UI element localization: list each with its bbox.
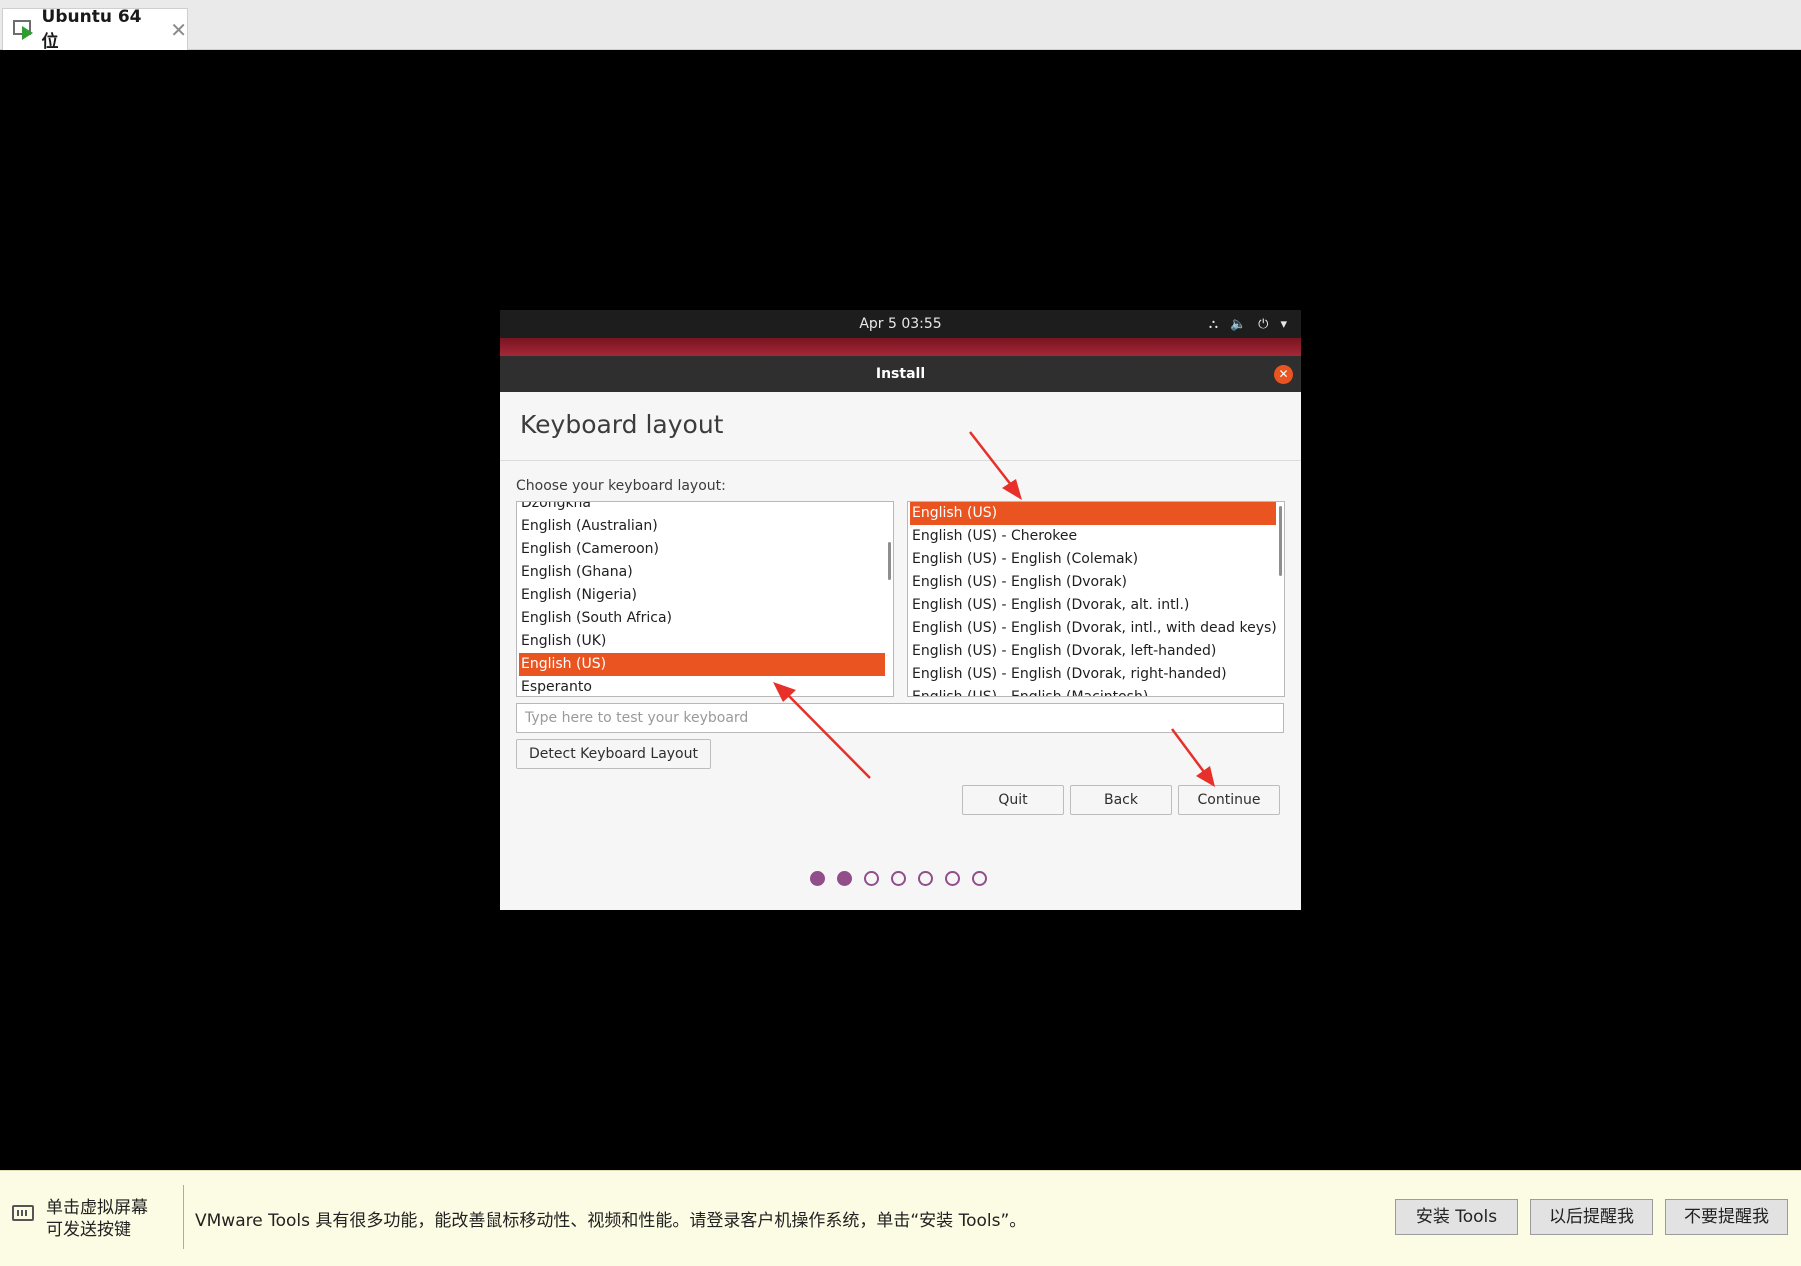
detect-keyboard-layout-button[interactable]: Detect Keyboard Layout [516,739,711,769]
list-item[interactable]: English (Ghana) [519,561,885,584]
vm-tab-ubuntu[interactable]: Ubuntu 64 位 ✕ [2,7,188,52]
progress-step-dot [810,871,825,886]
remind-later-button[interactable]: 以后提醒我 [1530,1199,1653,1235]
window-title: Install [875,366,926,382]
list-item[interactable]: English (US) - Cherokee [910,525,1276,548]
continue-button[interactable]: Continue [1178,785,1280,815]
chevron-down-icon[interactable]: ▾ [1280,317,1287,332]
vm-tab-bar: Ubuntu 64 位 ✕ [0,0,1801,52]
list-item[interactable]: English (US) - English (Dvorak, left-han… [910,640,1276,663]
vmware-tools-message: VMware Tools 具有很多功能，能改善鼠标移动性、视频和性能。请登录客户… [195,1211,1027,1231]
desktop-wallpaper [500,338,1301,356]
list-item[interactable]: Esperanto [519,676,885,696]
divider [500,460,1301,461]
never-remind-button[interactable]: 不要提醒我 [1665,1199,1788,1235]
clock[interactable]: Apr 5 03:55 [500,310,1301,338]
install-progress-dots [810,871,990,887]
list-item[interactable]: English (US) - English (Dvorak, intl., w… [910,617,1277,640]
ubuntu-installer-window: Apr 5 03:55 ⛬ 🔈 ⏻ ▾ Install ✕ Keyboard l… [500,310,1301,910]
window-titlebar: Install ✕ [500,356,1301,392]
progress-step-dot [837,871,852,886]
list-item[interactable]: English (US) - English (Colemak) [910,548,1276,571]
scrollbar[interactable] [888,542,891,580]
progress-step-dot [972,871,987,886]
list-item[interactable]: English (South Africa) [519,607,885,630]
keyboard-layout-list[interactable]: Dzongkha English (Australian) English (Cam… [516,501,894,697]
quit-button[interactable]: Quit [962,785,1064,815]
progress-step-dot [864,871,879,886]
list-item[interactable]: Dzongkha [519,502,885,515]
divider [183,1185,184,1249]
vm-running-icon [13,19,34,40]
list-item[interactable]: English (US) - English (Dvorak) [910,571,1276,594]
keyboard-icon [12,1205,34,1221]
send-keys-hint-text: 单击虚拟屏幕 可发送按键 [46,1198,148,1240]
network-icon[interactable]: ⛬ [1209,317,1218,332]
list-item[interactable]: English (US) - English (Macintosh) [910,686,1276,696]
keyboard-variant-list[interactable]: English (US) English (US) - Cherokee Engli… [907,501,1285,697]
send-keys-hint: 单击虚拟屏幕 可发送按键 [12,1197,148,1241]
progress-step-dot [945,871,960,886]
list-item[interactable]: English (Nigeria) [519,584,885,607]
list-item[interactable]: English (US) - English (Dvorak, right-ha… [910,663,1276,686]
scrollbar[interactable] [1279,506,1282,576]
vmware-tools-notification-bar: 单击虚拟屏幕 可发送按键 VMware Tools 具有很多功能，能改善鼠标移动… [0,1170,1801,1266]
ubuntu-top-bar: Apr 5 03:55 ⛬ 🔈 ⏻ ▾ [500,310,1301,338]
vm-tab-title: Ubuntu 64 位 [41,7,142,52]
volume-icon[interactable]: 🔈 [1230,317,1246,332]
list-item[interactable]: English (US) - English (Dvorak, alt. int… [910,594,1276,617]
power-icon[interactable]: ⏻ [1258,317,1268,332]
list-item[interactable]: English (Cameroon) [519,538,885,561]
progress-step-dot [918,871,933,886]
list-item[interactable]: English (US) [910,502,1276,525]
list-item[interactable]: English (Australian) [519,515,885,538]
system-tray[interactable]: ⛬ 🔈 ⏻ ▾ [1209,310,1287,338]
list-item[interactable]: English (US) [519,653,885,676]
install-tools-button[interactable]: 安装 Tools [1395,1199,1518,1235]
close-tab-icon[interactable]: ✕ [170,20,187,40]
back-button[interactable]: Back [1070,785,1172,815]
choose-layout-label: Choose your keyboard layout: [516,478,726,494]
progress-step-dot [891,871,906,886]
list-item[interactable]: English (UK) [519,630,885,653]
page-title: Keyboard layout [520,410,724,439]
keyboard-test-input[interactable] [516,703,1284,733]
close-window-button[interactable]: ✕ [1274,365,1293,384]
